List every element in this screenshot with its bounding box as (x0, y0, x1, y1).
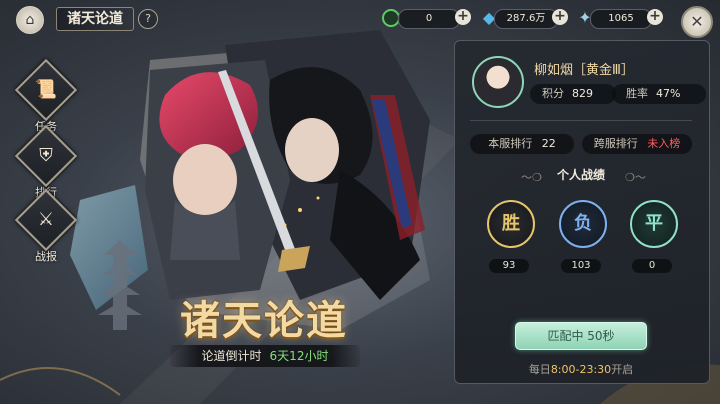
open-hours-range: 8:00-23:30 (550, 363, 612, 376)
server-rank-value: 22 (541, 137, 556, 150)
draw-icon: 平 (630, 200, 678, 248)
event-countdown: 论道倒计时 6天12小时 (170, 345, 360, 367)
resource-crystal-value: 287.6万 (494, 9, 558, 29)
countdown-value: 6天12小时 (269, 349, 329, 363)
win-icon: 胜 (487, 200, 535, 248)
home-icon: ⌂ (25, 12, 35, 28)
page-title: 诸天论道 (56, 7, 134, 31)
add-crystal-button[interactable]: + (552, 9, 568, 25)
winrate-value: 47% (656, 87, 681, 100)
matching-button[interactable]: 匹配中 50秒 (515, 322, 647, 350)
winrate-pill: 胜率 47% (612, 84, 706, 104)
score-value: 829 (572, 87, 593, 100)
close-icon: ✕ (690, 12, 704, 31)
swirl-right-icon: ❍〜 (625, 171, 646, 184)
add-jade-button[interactable]: + (455, 9, 471, 25)
server-rank-label: 本服排行 (488, 137, 533, 150)
loss-icon: 负 (559, 200, 607, 248)
score-pill: 积分 829 (530, 84, 616, 104)
resource-jade-value: 0 (398, 9, 460, 29)
add-feather-button[interactable]: + (647, 9, 663, 25)
loss-count: 103 (561, 259, 601, 273)
crossed-swords-icon: ⚔ (37, 209, 55, 230)
win-count: 93 (489, 259, 529, 273)
winrate-label: 胜率 (626, 87, 648, 100)
menu-battle-report[interactable]: ⚔ 战报 (14, 188, 78, 264)
close-button[interactable]: ✕ (681, 6, 713, 38)
player-name: 柳如烟［黄金Ⅲ］ (534, 63, 634, 78)
banner-icon: ⛨ (39, 145, 53, 166)
record-title: 个人战绩 (556, 168, 605, 182)
open-hours: 每日8:00-23:30开启 (454, 361, 708, 377)
server-rank-pill: 本服排行 22 (470, 134, 574, 154)
draw-count: 0 (632, 259, 672, 273)
score-label: 积分 (542, 87, 564, 100)
open-hours-prefix: 每日 (528, 363, 551, 376)
divider (470, 120, 692, 121)
event-title: 诸天论道 (180, 297, 348, 344)
cross-rank-label: 跨服排行 (593, 137, 638, 150)
help-button[interactable]: ? (138, 9, 158, 29)
scroll-icon: 📜 (34, 79, 58, 100)
countdown-label: 论道倒计时 (201, 349, 262, 363)
open-hours-suffix: 开启 (611, 363, 634, 376)
cross-rank-value: 未入榜 (647, 137, 681, 150)
home-button[interactable]: ⌂ (16, 6, 44, 34)
cross-rank-pill: 跨服排行 未入榜 (582, 134, 692, 154)
player-avatar[interactable] (472, 56, 524, 108)
resource-feather-value: 1065 (590, 9, 652, 29)
